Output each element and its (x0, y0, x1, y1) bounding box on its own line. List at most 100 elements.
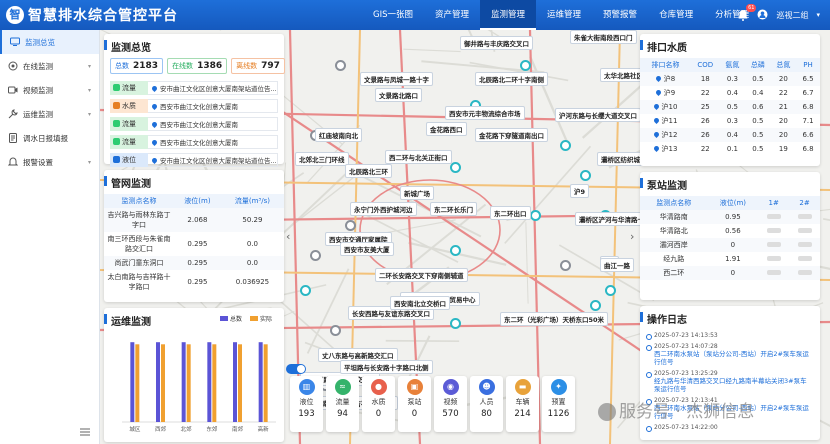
table-row[interactable]: 华清路南 0.95 (640, 210, 820, 224)
map-marker-icon[interactable] (450, 162, 461, 173)
map-marker-icon[interactable] (560, 140, 571, 151)
dock-item-vehicle[interactable]: ▬ 车辆 214 (506, 376, 539, 432)
map-label[interactable]: 红庙坡南向北 (315, 128, 362, 142)
map-label[interactable]: 灞桥区纺织城 (597, 152, 644, 166)
nav-warehouse[interactable]: 仓库管理 (648, 0, 704, 30)
dock-item-level[interactable]: ▥ 液位 193 (290, 376, 323, 432)
table-row[interactable]: 沪12 26 0.4 0.5 20 6.6 (640, 128, 820, 142)
map-label[interactable]: 文景路与凤城一路十字 (360, 72, 433, 86)
log-item[interactable]: 2025-07-23 13:25:29 经九路与华清西路交叉口经九路南半幕站关闭3… (640, 368, 820, 395)
user-name[interactable]: 巡视二组 (776, 10, 808, 21)
table-row[interactable]: 沪8 18 0.3 0.5 20 6.5 (640, 72, 820, 86)
map-marker-icon[interactable] (450, 318, 461, 329)
map-marker-icon[interactable] (590, 300, 601, 311)
map-label[interactable]: 金花路西口 (426, 122, 467, 136)
map-label[interactable]: 金花路下穿隧道南出口 (475, 128, 548, 142)
nav-assets[interactable]: 资产管理 (424, 0, 480, 30)
map-label[interactable]: 北辰路北二环十字南侧 (475, 72, 548, 86)
map-label[interactable]: 东二环长乐门 (430, 202, 477, 216)
bell-icon[interactable]: 61 (737, 4, 757, 21)
dock-item-pump[interactable]: ▣ 泵站 0 (398, 376, 431, 432)
bar[interactable] (181, 342, 186, 422)
nav-gis[interactable]: GIS一张图 (362, 0, 424, 30)
bar[interactable] (156, 342, 160, 422)
table-row[interactable]: 西二环 0 (640, 266, 820, 280)
map-label[interactable]: 北郊北三门环线 (295, 152, 349, 166)
map-label[interactable]: 东二环出口 (490, 206, 531, 220)
device-row[interactable]: 流量 安市曲江文化区创意大厦南架站道位告... (110, 80, 278, 96)
nav-alarms[interactable]: 预警报警 (592, 0, 648, 30)
log-item[interactable]: 2025-07-23 14:07:28 西二环南水泵站（泵站分公司-西站）开启2#… (640, 341, 820, 368)
map-label[interactable]: 文景路北路口 (375, 88, 422, 102)
table-row[interactable]: 沪13 22 0.1 0.5 19 6.8 (640, 142, 820, 156)
bar[interactable] (186, 344, 191, 422)
map-label[interactable]: 永宁门外西护城河边 (350, 202, 417, 216)
nav-monitoring[interactable]: 监测管理 (480, 0, 537, 30)
dock-item-waterdrop[interactable]: ● 水质 0 (362, 376, 395, 432)
map-marker-icon[interactable] (580, 170, 591, 181)
map-label[interactable]: 西安市友美大厦 (340, 242, 394, 256)
bar[interactable] (130, 342, 135, 422)
table-row[interactable]: 华清路北 0.56 (640, 224, 820, 238)
map-marker-icon[interactable] (560, 260, 571, 271)
table-row[interactable]: 经九路 1.91 (640, 252, 820, 266)
map-label[interactable]: 北辰路北三环 (345, 164, 392, 178)
dock-item-preset[interactable]: ✦ 预置 1126 (542, 376, 575, 432)
sidebar-item-report[interactable]: 调水日报填报 (0, 126, 99, 150)
map-label[interactable]: 西二环与北关正街口 (385, 150, 452, 164)
map-right-arrow-icon[interactable]: › (630, 230, 634, 243)
map-left-arrow-icon[interactable]: ‹ (286, 230, 290, 243)
map-marker-icon[interactable] (335, 60, 346, 71)
device-row[interactable]: 流量 西安市曲江文化创意大厦南 (110, 116, 278, 132)
map-label[interactable]: 朱雀大街南段西口门 (570, 30, 637, 44)
map-marker-icon[interactable] (530, 210, 541, 221)
table-row[interactable]: 沪10 25 0.5 0.6 21 6.8 (640, 100, 820, 114)
map-label[interactable]: 平坦路与长安路十字路口北侧 (340, 360, 433, 374)
table-row[interactable]: 沪11 26 0.3 0.5 20 7.1 (640, 114, 820, 128)
log-item[interactable]: 2025-07-23 14:22:00 (640, 422, 820, 433)
nav-operations[interactable]: 运维管理 (536, 0, 592, 30)
device-row[interactable]: 液位 安市曲江文化区创意大厦南架站道位告... (110, 152, 278, 168)
map-label[interactable]: 西安市元丰物流综合市场 (445, 106, 525, 120)
map-label[interactable]: 新城广场 (400, 186, 434, 200)
map-marker-icon[interactable] (520, 60, 531, 71)
bar[interactable] (263, 344, 268, 422)
map-marker-icon[interactable] (345, 220, 356, 231)
device-row[interactable]: 流量 西安市曲江文化创意大厦南 (110, 134, 278, 150)
device-row[interactable]: 水质 西安市曲江文化创意大厦南 (110, 98, 278, 114)
table-row[interactable]: 南三环西段与朱雀南路交汇口 0.295 0.0 (104, 232, 284, 256)
sidebar-item-alarm[interactable]: 报警设置 ▾ (0, 150, 99, 174)
sidebar-item-ops[interactable]: 运维监测 ▾ (0, 102, 99, 126)
map-marker-icon[interactable] (605, 285, 616, 296)
map-label[interactable]: 东二环（光彩广场）天桥东口50米 (500, 312, 609, 326)
bar[interactable] (207, 342, 212, 422)
bar[interactable] (212, 344, 217, 422)
dock-item-flow[interactable]: ≈ 流量 94 (326, 376, 359, 432)
sidebar-item-overview[interactable]: 监测总览 (0, 30, 99, 54)
table-row[interactable]: 尚武门童东洞口 0.295 0.0 (104, 256, 284, 270)
bar[interactable] (135, 344, 140, 422)
log-item[interactable]: 2025-07-23 14:13:53 (640, 330, 820, 341)
map-label[interactable]: 二环长安路交叉下穿南侧辅道 (375, 268, 468, 282)
dock-item-camera[interactable]: ◉ 视频 570 (434, 376, 467, 432)
map-toggle-switch[interactable] (286, 364, 306, 374)
table-row[interactable]: 沪9 22 0.4 0.4 22 6.7 (640, 86, 820, 100)
map-marker-icon[interactable] (450, 245, 461, 256)
menu-collapse-icon[interactable] (80, 428, 90, 436)
bar[interactable] (238, 344, 242, 422)
map-label[interactable]: 曲江一路 (600, 258, 634, 272)
table-row[interactable]: 灞河西岸 0 (640, 238, 820, 252)
bar[interactable] (161, 344, 165, 422)
user-dropdown-icon[interactable]: ▾ (816, 11, 820, 19)
map-marker-icon[interactable] (310, 250, 321, 261)
map-label[interactable]: 沪河东路与长缨大道交叉口 (555, 108, 641, 122)
bar[interactable] (258, 342, 263, 422)
sidebar-item-online[interactable]: 在线监测 ▾ (0, 54, 99, 78)
map-label[interactable]: 沪9 (570, 184, 590, 198)
sidebar-item-video[interactable]: 视频监测 ▾ (0, 78, 99, 102)
map-marker-icon[interactable] (330, 325, 341, 336)
map-label[interactable]: 西安南北立交桥口 (390, 296, 450, 310)
dock-item-person[interactable]: ☻ 人员 80 (470, 376, 503, 432)
bar[interactable] (233, 342, 237, 422)
map-label[interactable]: 御井路与丰庆路交叉口 (460, 36, 533, 50)
